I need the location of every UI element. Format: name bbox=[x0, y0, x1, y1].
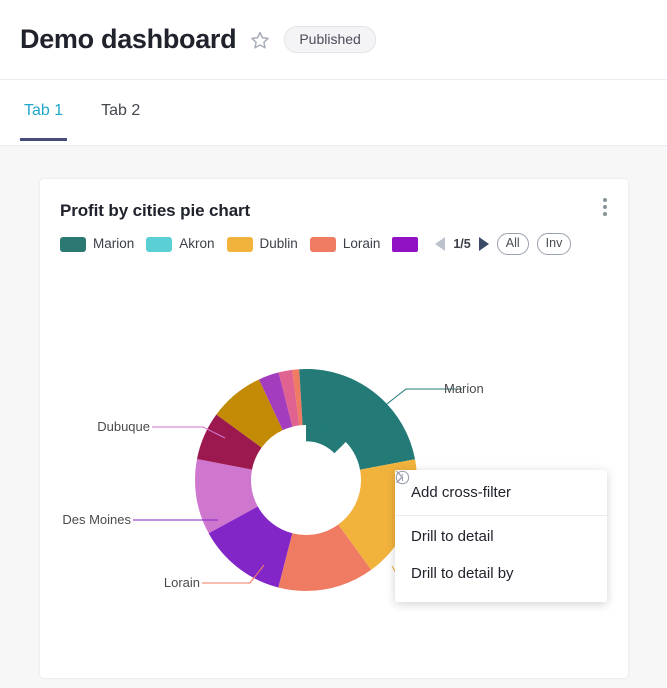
chart-title: Profit by cities pie chart bbox=[60, 201, 251, 220]
legend-item-akron[interactable]: Akron bbox=[146, 236, 215, 252]
legend-label-akron: Akron bbox=[179, 236, 215, 252]
legend-pager: 1/5 bbox=[435, 237, 489, 251]
page-header: Demo dashboard Published bbox=[0, 0, 667, 80]
legend-item-truncated[interactable] bbox=[392, 236, 425, 252]
legend-item-lorain[interactable]: Lorain bbox=[309, 236, 381, 252]
legend-item-marion[interactable]: Marion bbox=[60, 236, 135, 252]
legend-swatch-lorain bbox=[309, 236, 336, 252]
status-badge: Published bbox=[284, 26, 376, 53]
context-menu-label-drill-to-detail-by: Drill to detail by bbox=[411, 565, 514, 582]
context-menu-divider bbox=[395, 515, 607, 516]
chart-legend: Marion Akron Dublin Lorain 1/5 All Inv bbox=[40, 221, 628, 255]
context-menu-item-drill-to-detail[interactable]: Drill to detail bbox=[395, 518, 607, 555]
context-menu-item-drill-to-detail-by[interactable]: Drill to detail by bbox=[395, 470, 607, 592]
dashboard-grid: Profit by cities pie chart Marion Akron … bbox=[0, 146, 667, 688]
legend-item-dublin[interactable]: Dublin bbox=[226, 236, 298, 252]
page-title: Demo dashboard bbox=[20, 24, 237, 54]
callout-label-des-moines: Des Moines bbox=[62, 512, 131, 527]
context-menu-label-drill-to-detail: Drill to detail bbox=[411, 528, 494, 545]
context-menu-label-add-cross-filter: Add cross-filter bbox=[411, 484, 512, 501]
legend-swatch-dublin bbox=[226, 236, 253, 252]
callout-label-lorain: Lorain bbox=[164, 575, 200, 590]
donut-ring[interactable] bbox=[195, 369, 417, 591]
callout-label-marion: Marion bbox=[444, 381, 484, 396]
legend-label-lorain: Lorain bbox=[342, 236, 381, 252]
legend-swatch-truncated bbox=[392, 236, 419, 252]
legend-prev-page-icon[interactable] bbox=[435, 237, 446, 251]
legend-label-marion: Marion bbox=[93, 236, 135, 252]
context-menu-item-add-cross-filter[interactable]: Add cross-filter bbox=[395, 470, 607, 511]
context-menu[interactable]: Add cross-filter Drill to detail Drill t… bbox=[395, 470, 607, 602]
chart-card: Profit by cities pie chart Marion Akron … bbox=[40, 179, 628, 678]
pie-chart-body: Marion Dubuque Des Moines Lorain Dublin … bbox=[40, 255, 628, 645]
legend-select-all-button[interactable]: All bbox=[496, 233, 529, 255]
callout-label-dubuque: Dubuque bbox=[97, 419, 150, 434]
legend-next-page-icon[interactable] bbox=[478, 237, 489, 251]
legend-page-indicator: 1/5 bbox=[453, 237, 471, 251]
chart-card-header: Profit by cities pie chart bbox=[40, 179, 628, 221]
legend-invert-button[interactable]: Inv bbox=[536, 233, 572, 255]
legend-swatch-akron bbox=[146, 236, 173, 252]
tabs-bar: Tab 1 Tab 2 bbox=[0, 80, 667, 146]
legend-swatch-marion bbox=[60, 236, 86, 252]
kebab-menu-icon[interactable] bbox=[596, 195, 614, 219]
tab-tab-2[interactable]: Tab 2 bbox=[97, 80, 144, 141]
tab-tab-1[interactable]: Tab 1 bbox=[20, 80, 68, 141]
favorite-star-icon[interactable] bbox=[250, 30, 270, 50]
legend-label-dublin: Dublin bbox=[259, 236, 298, 252]
